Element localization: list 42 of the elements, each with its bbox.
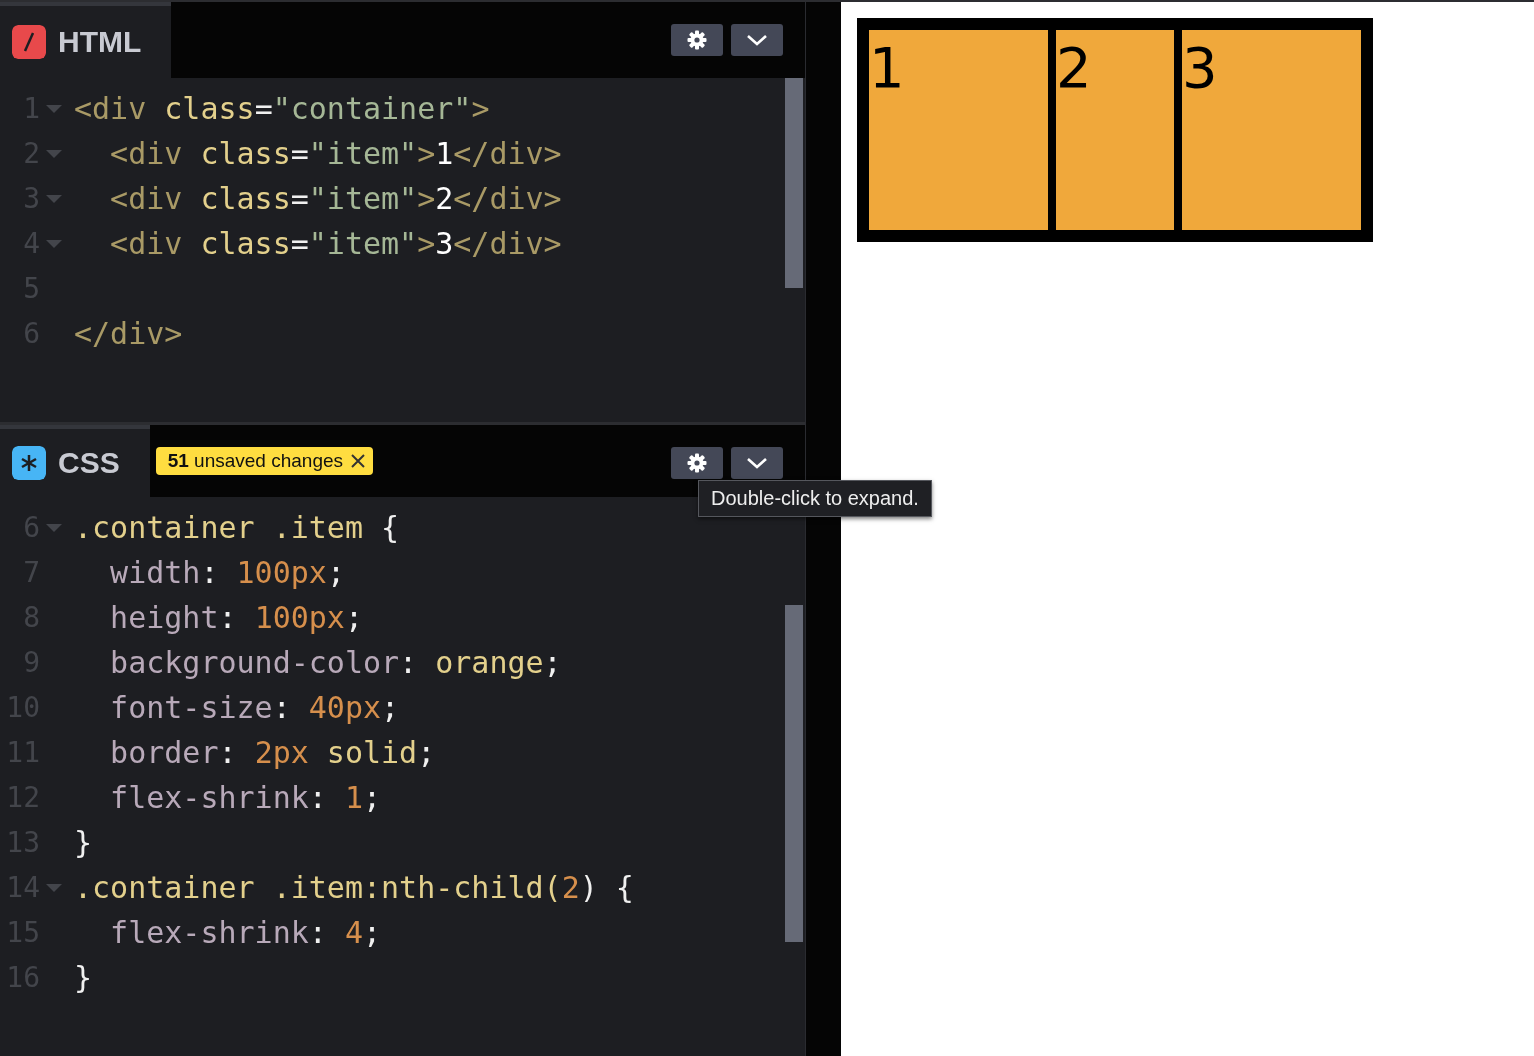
code-line: border: 2px solid;	[109, 735, 436, 770]
code-line: <div class="container">	[74, 91, 490, 126]
fold-arrow-icon[interactable]	[46, 193, 62, 204]
settings-button[interactable]	[671, 447, 723, 479]
settings-button[interactable]	[671, 24, 723, 56]
code-line: .container .item {	[74, 510, 400, 545]
flex-item: 2	[1056, 30, 1174, 230]
code-line: }	[74, 825, 93, 860]
unsaved-changes-badge[interactable]: 51 unsaved changes	[155, 447, 374, 475]
code-line: <div class="item">2</div>	[109, 181, 562, 216]
scrollbar[interactable]	[785, 78, 803, 288]
code-line: <div class="item">3</div>	[109, 226, 562, 261]
code-line: <div class="item">1</div>	[109, 136, 562, 171]
fold-arrow-icon[interactable]	[46, 882, 62, 893]
fold-arrow-icon[interactable]	[46, 238, 62, 249]
slash-logo-icon	[12, 25, 46, 59]
fold-arrow-icon[interactable]	[46, 103, 62, 114]
fold-arrow-icon[interactable]	[46, 522, 62, 533]
code-line: </div>	[74, 316, 183, 351]
expand-button[interactable]	[731, 24, 783, 56]
flex-item: 3	[1182, 30, 1361, 230]
tooltip: Double-click to expand.	[698, 480, 932, 517]
code-line: flex-shrink: 1;	[109, 780, 382, 815]
expand-button[interactable]	[731, 447, 783, 479]
settings-icon	[687, 30, 707, 50]
code-line: flex-shrink: 4;	[109, 915, 382, 950]
close-icon[interactable]	[349, 452, 368, 470]
chevron-down-icon	[746, 33, 768, 47]
code-line: font-size: 40px;	[109, 690, 400, 725]
editor-tab[interactable]: CSS	[0, 425, 150, 497]
code-line: background-color: orange;	[109, 645, 562, 680]
code-line: height: 100px;	[109, 600, 363, 635]
settings-icon	[687, 453, 707, 473]
asterisk-logo-icon	[12, 446, 46, 480]
editor-tab[interactable]: HTML	[0, 2, 172, 78]
code-line: width: 100px;	[109, 555, 345, 590]
code-line: .container .item:nth-child(2) {	[74, 870, 634, 905]
fold-arrow-icon[interactable]	[46, 148, 62, 159]
chevron-down-icon	[746, 456, 768, 470]
code-line: }	[74, 960, 93, 995]
flex-item: 1	[869, 30, 1048, 230]
scrollbar[interactable]	[785, 605, 803, 942]
